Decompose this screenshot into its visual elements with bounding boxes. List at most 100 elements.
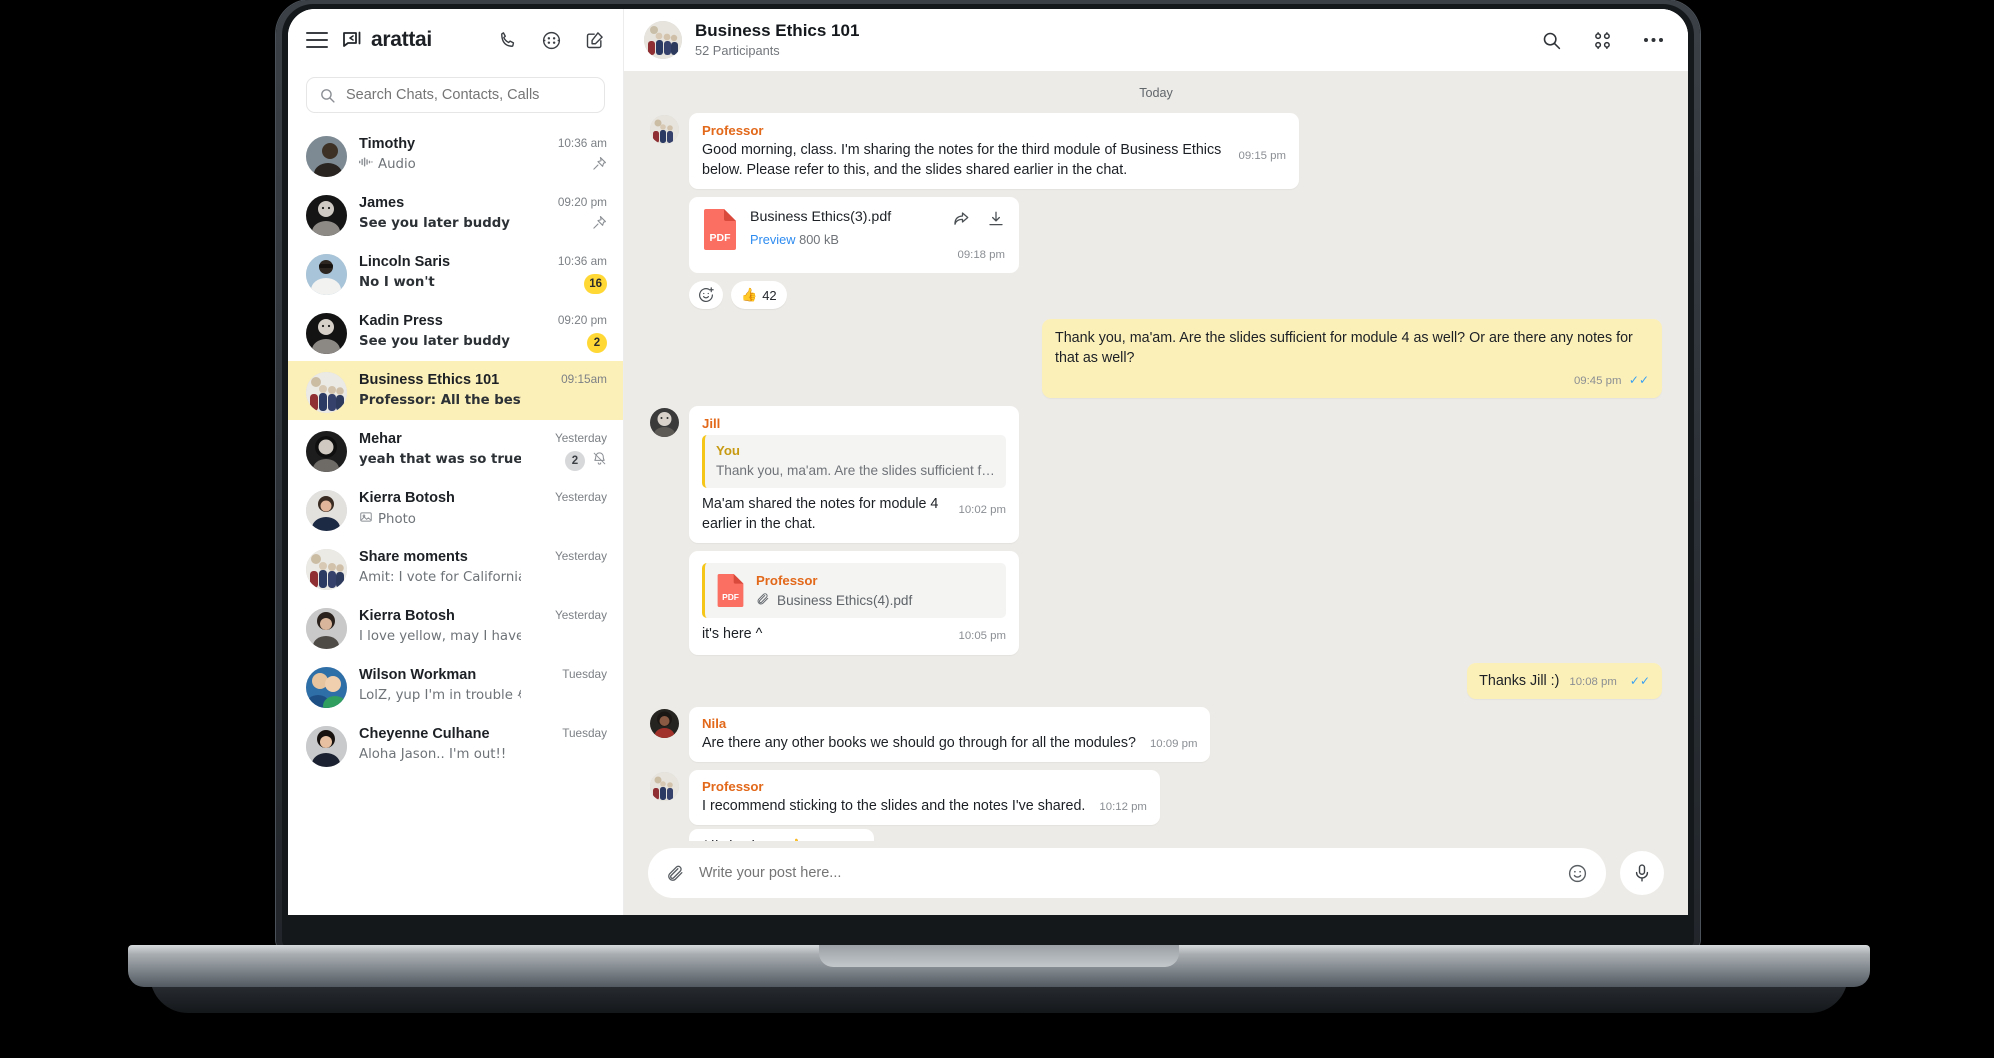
message-bubble[interactable]: Professor 09:15 pm Good morning, class. … — [689, 113, 1299, 189]
download-icon[interactable] — [987, 210, 1005, 228]
chat-item-time: 09:20 pm — [557, 195, 607, 209]
compose-icon[interactable] — [585, 30, 605, 50]
menu-icon[interactable] — [306, 32, 328, 48]
chat-panel: Business Ethics 101 52 Participants Toda… — [624, 9, 1688, 915]
svg-text:PDF: PDF — [710, 232, 732, 244]
avatar — [650, 709, 679, 738]
composer-input[interactable] — [699, 865, 1553, 881]
more-icon[interactable] — [1643, 37, 1664, 43]
chat-list-item[interactable]: Timothy Audio 10:36 am — [288, 125, 623, 184]
chat-list-item[interactable]: Mehar yeah that was so true, even I was p… — [288, 420, 623, 479]
avatar — [650, 408, 679, 437]
add-reaction-icon[interactable] — [689, 281, 723, 309]
file-preview-link[interactable]: Preview — [750, 232, 796, 247]
quoted-file-name: Business Ethics(4).pdf — [777, 593, 913, 608]
message-time: 09:18 pm — [957, 249, 1006, 261]
paperclip-icon — [756, 592, 770, 609]
message-row: PDF Business Ethics(3).pdf Preview 800 k… — [650, 197, 1662, 273]
reaction-row: 👍 42 — [689, 281, 1662, 309]
chat-item-name: Share moments — [359, 549, 468, 565]
forward-icon[interactable] — [952, 210, 970, 228]
message-bubble-outgoing[interactable]: Thank you, ma'am. Are the slides suffici… — [1042, 319, 1662, 398]
pin-icon — [592, 215, 607, 235]
conversation-title: Business Ethics 101 — [695, 21, 860, 40]
avatar — [306, 726, 347, 767]
chat-item-preview: No I won't — [359, 275, 435, 290]
search-box[interactable] — [306, 77, 605, 113]
composer-box[interactable] — [648, 848, 1606, 898]
message-bubble[interactable]: All the best 👍 10:12 pm — [689, 829, 875, 841]
quoted-message[interactable]: PDF Professor Business Ethics(4).pdf — [702, 563, 1006, 618]
message-row: Thank you, ma'am. Are the slides suffici… — [650, 319, 1662, 398]
message-time: 10:02 pm — [958, 504, 1007, 516]
file-actions — [952, 208, 1005, 228]
chat-list-item[interactable]: Kierra Botosh I love yellow, may I have o… — [288, 597, 623, 656]
chat-list-item[interactable]: Cheyenne Culhane Aloha Jason.. I'm out!! T… — [288, 715, 623, 774]
microphone-icon[interactable] — [1620, 851, 1664, 895]
avatar — [306, 667, 347, 708]
chat-item-name: Timothy — [359, 136, 416, 152]
file-message-bubble[interactable]: PDF Business Ethics(3).pdf Preview 800 k… — [689, 197, 1019, 273]
chat-item-meta: Yesterday — [533, 488, 607, 510]
chat-item-preview: LolZ, yup I'm in trouble 😂😂 — [359, 688, 521, 703]
nodes-icon[interactable] — [1592, 30, 1613, 51]
message-row: Professor 09:15 pm Good morning, class. … — [650, 113, 1662, 189]
brand-name: arattai — [371, 28, 432, 51]
message-bubble[interactable]: PDF Professor Business Ethics(4).pdf 10:… — [689, 551, 1019, 655]
chat-list-item[interactable]: Kadin Press See you later buddy 09:20 pm 2 — [288, 302, 623, 361]
avatar — [306, 431, 347, 472]
chat-item-time: Yesterday — [554, 549, 607, 563]
message-row: Jill You Thank you, ma'am. Are the slide… — [650, 406, 1662, 543]
chat-item-preview: See you later buddy — [359, 216, 510, 231]
message-row: PDF Professor Business Ethics(4).pdf 10:… — [650, 551, 1662, 655]
chat-list-item[interactable]: Wilson Workman LolZ, yup I'm in trouble 😂… — [288, 656, 623, 715]
chat-list-item[interactable]: Lincoln Saris No I won't 10:36 am 16 — [288, 243, 623, 302]
avatar — [306, 313, 347, 354]
chat-item-time: Tuesday — [562, 667, 607, 681]
chat-item-content: Lincoln Saris No I won't — [359, 252, 521, 292]
mute-icon — [592, 451, 607, 471]
message-text: All the best 👍 — [701, 837, 805, 841]
message-time: 10:05 pm — [958, 630, 1007, 642]
quoted-message[interactable]: You Thank you, ma'am. Are the slides suf… — [702, 435, 1006, 488]
chat-item-name: Mehar — [359, 431, 402, 447]
chat-list-item[interactable]: James See you later buddy 09:20 pm — [288, 184, 623, 243]
avatar — [306, 608, 347, 649]
day-separator: Today — [1139, 86, 1173, 100]
chat-item-content: Kadin Press See you later buddy — [359, 311, 521, 351]
message-bubble[interactable]: Nila Are there any other books we should… — [689, 707, 1211, 762]
conversation-participants: 52 Participants — [695, 43, 780, 58]
conversation-avatar[interactable] — [644, 21, 682, 59]
quoted-sender: Professor — [756, 573, 818, 588]
chat-item-meta: 09:20 pm 2 — [533, 311, 607, 353]
search-icon[interactable] — [1541, 30, 1562, 51]
chat-item-meta: Yesterday — [533, 547, 607, 569]
quoted-sender: You — [716, 443, 740, 458]
chat-list[interactable]: Timothy Audio 10:36 am James See you later b… — [288, 125, 623, 915]
search-input[interactable] — [346, 87, 592, 103]
chat-item-indicators — [592, 215, 607, 235]
phone-icon[interactable] — [498, 30, 518, 50]
emoji-icon[interactable] — [1567, 863, 1588, 884]
file-meta: Preview 800 kB — [750, 232, 940, 247]
paperclip-icon[interactable] — [666, 864, 685, 883]
chat-item-time: Yesterday — [554, 608, 607, 622]
file-time-row: 09:18 pm — [702, 245, 1006, 263]
chat-item-content: James See you later buddy — [359, 193, 521, 233]
read-receipt-icon: ✓✓ — [1629, 674, 1650, 688]
message-bubble[interactable]: Jill You Thank you, ma'am. Are the slide… — [689, 406, 1019, 543]
chat-list-item[interactable]: Share moments Amit: I vote for California… — [288, 538, 623, 597]
message-row: Nila Are there any other books we should… — [650, 707, 1662, 762]
chat-list-item[interactable]: Business Ethics 101 Professor: All the be… — [288, 361, 623, 420]
film-icon[interactable] — [541, 30, 562, 51]
chat-item-meta: 09:15am — [533, 370, 607, 392]
chat-item-name: Kierra Botosh — [359, 608, 455, 624]
svg-text:PDF: PDF — [722, 592, 739, 602]
chat-item-name: Lincoln Saris — [359, 254, 451, 270]
chat-list-item[interactable]: Kierra Botosh Photo Yesterday — [288, 479, 623, 538]
message-bubble[interactable]: Professor I recommend sticking to the sl… — [689, 770, 1160, 825]
conversation-actions — [1541, 30, 1664, 51]
message-sender: Professor — [702, 779, 764, 794]
message-bubble-outgoing[interactable]: Thanks Jill :) 10:08 pm ✓✓ — [1467, 663, 1662, 699]
reaction-chip[interactable]: 👍 42 — [731, 281, 787, 309]
